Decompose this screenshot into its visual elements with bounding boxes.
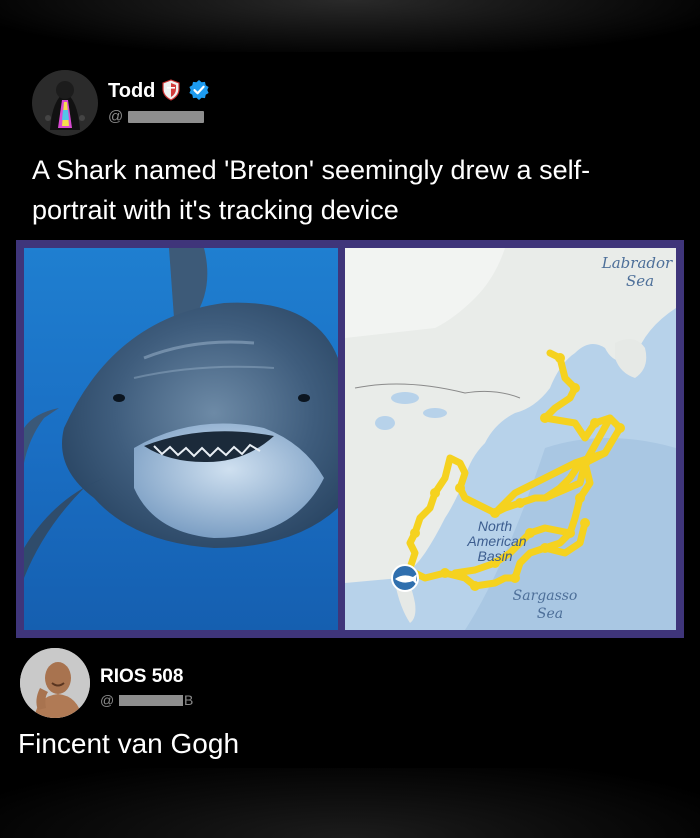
shark-photo[interactable] [24,248,338,630]
verified-icon [189,80,209,100]
author-avatar[interactable] [32,70,98,136]
reply-handle-prefix: @ [100,692,115,708]
map-label-labrador: Labrador [601,254,673,272]
map-label-labrador-sea: Sea [626,272,654,290]
top-decoration [0,0,700,52]
reply-handle-redacted [119,695,183,706]
map-label-north: North [478,518,512,534]
tracking-map[interactable]: Labrador Sea North American Basin Sargas… [345,248,676,630]
reply-display-name[interactable]: RIOS 508 [100,666,183,688]
tweet-media[interactable]: Labrador Sea North American Basin Sargas… [16,240,684,638]
bottom-decoration [0,768,700,838]
tweet-text: A Shark named 'Breton' seemingly drew a … [32,155,591,225]
reply-text: Fincent van Gogh [18,728,240,759]
map-label-basin: Basin [477,548,512,564]
reply-handle-suffix: B [184,692,194,708]
shield-icon [162,79,180,101]
map-label-sargasso-sea: Sea [537,606,563,622]
map-label-american: American [466,533,526,549]
map-label-sargasso: Sargasso [513,588,578,604]
author-handle-prefix: @ [108,108,124,125]
tweet-header: Todd @ [32,70,672,138]
author-handle-redacted [128,111,204,123]
reply-avatar[interactable] [20,648,90,718]
author-display-name[interactable]: Todd [108,80,155,103]
